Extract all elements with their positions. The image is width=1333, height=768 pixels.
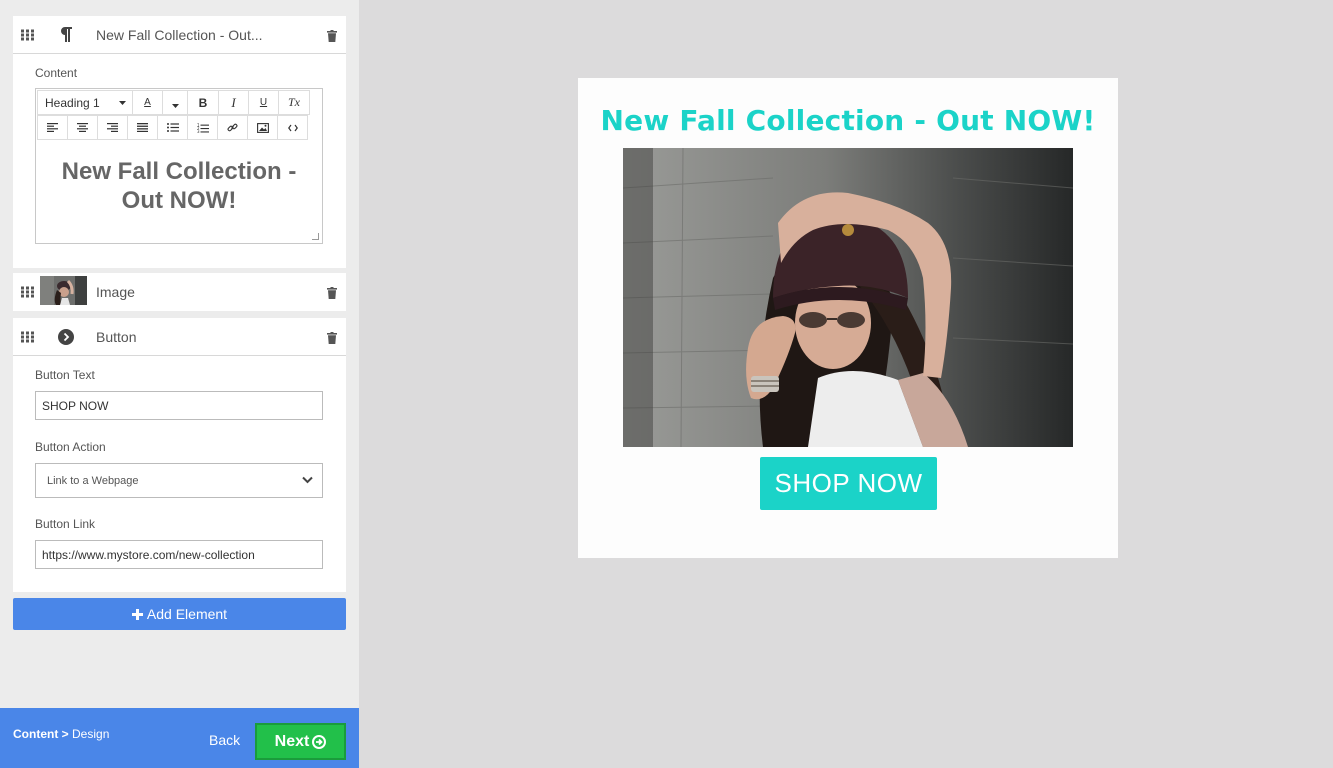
editor-toolbar-row-1: Heading 1 A B I U Tx [37,90,310,115]
button-text-input[interactable]: SHOP NOW [35,391,323,420]
button-link-label: Button Link [35,517,96,531]
image-element-header[interactable]: Image [13,273,346,311]
back-button[interactable]: Back [209,732,240,748]
editor-sidebar: New Fall Collection - Out... Content Hea… [0,0,359,768]
drag-handle-icon[interactable] [21,29,34,40]
add-element-button[interactable]: Add Element [13,598,346,630]
numbered-list-icon[interactable]: 123 [187,115,218,140]
trash-icon[interactable] [327,286,337,299]
next-button[interactable]: Next [255,723,346,760]
clear-format-button[interactable]: Tx [278,90,310,115]
wizard-footer: Content > Design Back Next [0,708,359,768]
format-select[interactable]: Heading 1 [37,90,133,115]
drag-handle-icon[interactable] [21,331,34,342]
trash-icon[interactable] [327,29,337,42]
svg-text:3: 3 [197,129,200,133]
breadcrumb: Content > Design [13,727,109,741]
link-icon[interactable] [217,115,248,140]
italic-button[interactable]: I [218,90,249,115]
image-icon[interactable] [247,115,278,140]
button-link-input[interactable]: https://www.mystore.com/new-collection [35,540,323,569]
chevron-down-icon [302,476,313,484]
rich-text-editor: Heading 1 A B I U Tx 1 2 3 New Fall Coll… [35,88,323,244]
content-element-header[interactable]: New Fall Collection - Out... [13,16,346,54]
underline-button[interactable]: U [248,90,279,115]
editor-toolbar-row-2: 123 [37,115,308,140]
preview-shop-now-button[interactable]: SHOP NOW [760,457,937,510]
caret-down-icon [119,101,126,105]
bold-button[interactable]: B [187,90,219,115]
content-element-title: New Fall Collection - Out... [96,26,263,43]
button-element-panel: Button Button Text SHOP NOW Button Actio… [13,318,346,592]
image-thumbnail [40,276,87,305]
drag-handle-icon[interactable] [21,286,34,298]
content-element-panel: New Fall Collection - Out... Content Hea… [13,16,346,268]
align-justify-icon[interactable] [127,115,158,140]
preview-image[interactable] [623,148,1073,447]
font-color-dropdown[interactable] [162,90,188,115]
button-action-label: Button Action [35,440,106,454]
email-preview-card: New Fall Collection - Out NOW! SHOP NOW [578,78,1118,558]
align-left-icon[interactable] [37,115,68,140]
button-action-value: Link to a Webpage [47,474,139,487]
image-element-panel: Image [13,273,346,311]
format-select-value: Heading 1 [45,95,100,110]
source-code-icon[interactable] [277,115,308,140]
bulleted-list-icon[interactable] [157,115,188,140]
next-button-label: Next [274,732,310,750]
align-center-icon[interactable] [67,115,98,140]
editor-heading-text[interactable]: New Fall Collection - Out NOW! [36,157,322,215]
caret-down-icon [171,103,179,108]
plus-icon [131,608,143,620]
button-element-header[interactable]: Button [13,318,346,356]
breadcrumb-next[interactable]: Design [72,727,109,741]
trash-icon[interactable] [327,331,337,344]
arrow-circle-right-icon [312,734,327,749]
breadcrumb-current: Content > [13,727,69,741]
button-element-title: Button [96,328,137,345]
content-label: Content [35,66,78,80]
play-circle-icon [55,326,77,348]
align-right-icon[interactable] [97,115,128,140]
add-element-label: Add Element [146,606,228,622]
button-text-label: Button Text [35,368,95,382]
font-color-label: A [144,96,151,108]
font-color-button[interactable]: A [132,90,163,115]
image-element-title: Image [96,284,135,300]
preview-heading[interactable]: New Fall Collection - Out NOW! [578,104,1118,137]
paragraph-icon [55,24,77,46]
button-action-select[interactable]: Link to a Webpage [35,463,323,498]
resize-handle-icon[interactable] [312,233,319,240]
